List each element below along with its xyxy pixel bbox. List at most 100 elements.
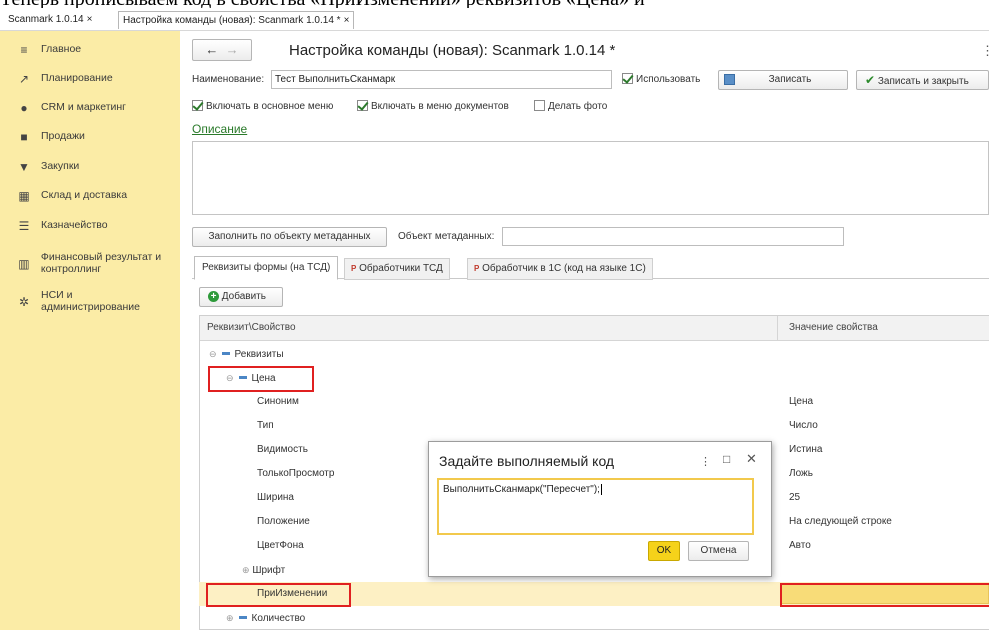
sidebar-item-finance[interactable]: ▥ Финансовый результат и контроллинг <box>0 251 180 275</box>
heading-text: Теперь прописываем код в свойства «ПриИз… <box>0 0 645 8</box>
chart-icon: ↗ <box>18 72 30 86</box>
row-name: Видимость <box>257 444 308 455</box>
use-checkbox[interactable]: Использовать <box>622 73 700 85</box>
expand-icon[interactable]: ⊕ <box>226 613 234 623</box>
row-name: ЦветФона <box>257 540 304 551</box>
cart-icon: ▼ <box>18 160 30 174</box>
window-tabs: Scanmark 1.0.14 × Настройка команды (нова… <box>0 8 989 31</box>
maximize-icon[interactable]: □ <box>723 452 730 466</box>
handler-icon: P <box>474 264 480 273</box>
close-icon[interactable]: ✕ <box>746 451 757 467</box>
check-icon[interactable] <box>192 100 203 111</box>
more-icon[interactable]: ⋮ <box>981 43 989 59</box>
ok-button[interactable]: OK <box>648 541 680 561</box>
sidebar: ≡ Главное ↗ Планирование ● CRM и маркетинг … <box>0 31 180 630</box>
table-row[interactable]: Синоним Цена <box>199 390 989 414</box>
table-header: Реквизит\Свойство Значение свойства <box>200 316 989 341</box>
tab-label: Реквизиты формы (на ТСД) <box>202 262 331 273</box>
expand-icon[interactable]: ⊕ <box>242 565 250 575</box>
row-name: Положение <box>257 516 310 527</box>
checkbox-empty-icon[interactable] <box>534 100 545 111</box>
row-name: Количество <box>251 613 306 624</box>
sidebar-item-planning[interactable]: ↗ Планирование <box>0 72 180 86</box>
row-value: Цена <box>789 396 814 407</box>
tab-label: Настройка команды (новая): Scanmark 1.0.… <box>123 15 341 26</box>
menu-icon: ≡ <box>20 43 28 57</box>
tab-1c-handler[interactable]: P Обработчик в 1С (код на языке 1С) <box>467 258 653 280</box>
nav-back-forward[interactable]: ← → <box>192 39 252 61</box>
metadata-object-label: Объект метаданных: <box>398 231 495 242</box>
checkbox-label: Включать в основное меню <box>206 101 334 112</box>
table-row[interactable]: ⊖ Реквизиты <box>199 342 989 366</box>
text-cursor <box>600 484 602 495</box>
highlight-onchange-value <box>780 583 989 607</box>
column-header-property: Реквизит\Свойство <box>207 322 296 333</box>
column-divider <box>777 316 778 340</box>
code-dialog: Задайте выполняемый код ⋮ □ ✕ ВыполнитьС… <box>428 441 772 577</box>
metadata-object-field[interactable] <box>502 227 844 246</box>
check-icon[interactable] <box>622 73 633 84</box>
sidebar-item-crm[interactable]: ● CRM и маркетинг <box>0 101 180 115</box>
sidebar-item-label: Склад и доставка <box>41 189 128 201</box>
sidebar-item-purchases[interactable]: ▼ Закупки <box>0 160 180 174</box>
row-value: 25 <box>789 492 801 503</box>
make-photo-checkbox[interactable]: Делать фото <box>534 100 607 112</box>
close-icon[interactable]: × <box>87 14 93 25</box>
tab-command-settings[interactable]: Настройка команды (новая): Scanmark 1.0.… <box>118 11 355 29</box>
tab-label: Scanmark 1.0.14 <box>8 14 84 25</box>
name-field[interactable]: Тест ВыполнитьСканмарк <box>271 70 612 89</box>
checkbox-label: Делать фото <box>548 101 608 112</box>
row-name: Синоним <box>257 396 299 407</box>
crm-icon: ● <box>20 101 28 115</box>
tab-label: Обработчик в 1С (код на языке 1С) <box>482 263 646 274</box>
bar-chart-icon: ▥ <box>18 257 30 271</box>
include-main-menu-checkbox[interactable]: Включать в основное меню <box>192 100 333 112</box>
add-button[interactable]: + Добавить <box>199 287 283 307</box>
code-textarea[interactable]: ВыполнитьСканмарк("Пересчет"); <box>437 478 754 535</box>
floppy-icon <box>724 74 735 85</box>
collapse-icon[interactable]: ⊖ <box>209 349 217 359</box>
row-value: На следующей строке <box>789 516 892 527</box>
cancel-button[interactable]: Отмена <box>688 541 749 561</box>
sidebar-item-treasury[interactable]: ☰ Казначейство <box>0 219 180 233</box>
sidebar-item-warehouse[interactable]: ▦ Склад и доставка <box>0 189 180 203</box>
check-icon[interactable] <box>357 100 368 111</box>
more-icon[interactable]: ⋮ <box>700 455 711 468</box>
highlight-onchange <box>206 583 351 607</box>
sidebar-item-admin[interactable]: ✲ НСИ и администрирование <box>0 289 180 313</box>
table-row[interactable]: ⊖ Цена <box>199 366 989 390</box>
sidebar-item-main[interactable]: ≡ Главное <box>0 43 180 57</box>
row-value: Число <box>789 420 818 431</box>
tab-tsd-handlers[interactable]: P Обработчики ТСД <box>344 258 450 280</box>
sidebar-item-label: Закупки <box>41 160 80 172</box>
sidebar-item-label: НСИ и администрирование <box>41 289 140 313</box>
attribute-icon <box>221 352 230 355</box>
row-value: Авто <box>789 540 811 551</box>
row-name: ТолькоПросмотр <box>257 468 335 479</box>
save-button[interactable]: Записать <box>718 70 848 90</box>
use-label: Использовать <box>636 74 701 85</box>
save-close-button[interactable]: ✔ Записать и закрыть <box>856 70 989 90</box>
table-row[interactable]: Тип Число <box>199 414 989 438</box>
page-title: Настройка команды (новая): Scanmark 1.0.… <box>289 42 616 59</box>
close-icon[interactable]: × <box>344 15 350 26</box>
save-label: Записать <box>768 74 812 85</box>
include-docs-menu-checkbox[interactable]: Включать в меню документов <box>357 100 509 112</box>
arrow-left-icon[interactable]: ← <box>205 42 218 57</box>
row-name: Шрифт <box>252 565 286 576</box>
tab-form-attributes[interactable]: Реквизиты формы (на ТСД) <box>194 256 339 280</box>
fill-by-metadata-button[interactable]: Заполнить по объекту метаданных <box>192 227 387 247</box>
tab-label: Обработчики ТСД <box>359 263 443 274</box>
row-name: Тип <box>257 420 274 431</box>
top-heading-fragment: Теперь прописываем код в свойства «ПриИз… <box>0 0 989 8</box>
sidebar-item-label: Главное <box>41 43 82 55</box>
arrow-right-icon[interactable]: → <box>226 42 239 57</box>
checkbox-label: Включать в меню документов <box>371 101 509 112</box>
description-link[interactable]: Описание <box>192 122 247 136</box>
description-textarea[interactable] <box>192 141 989 215</box>
plus-icon: + <box>208 291 219 302</box>
sidebar-item-sales[interactable]: ■ Продажи <box>0 130 180 144</box>
sidebar-item-label: Продажи <box>41 130 85 142</box>
tab-scanmark[interactable]: Scanmark 1.0.14 × <box>4 11 96 28</box>
table-row[interactable]: ⊕ Количество <box>199 606 989 630</box>
